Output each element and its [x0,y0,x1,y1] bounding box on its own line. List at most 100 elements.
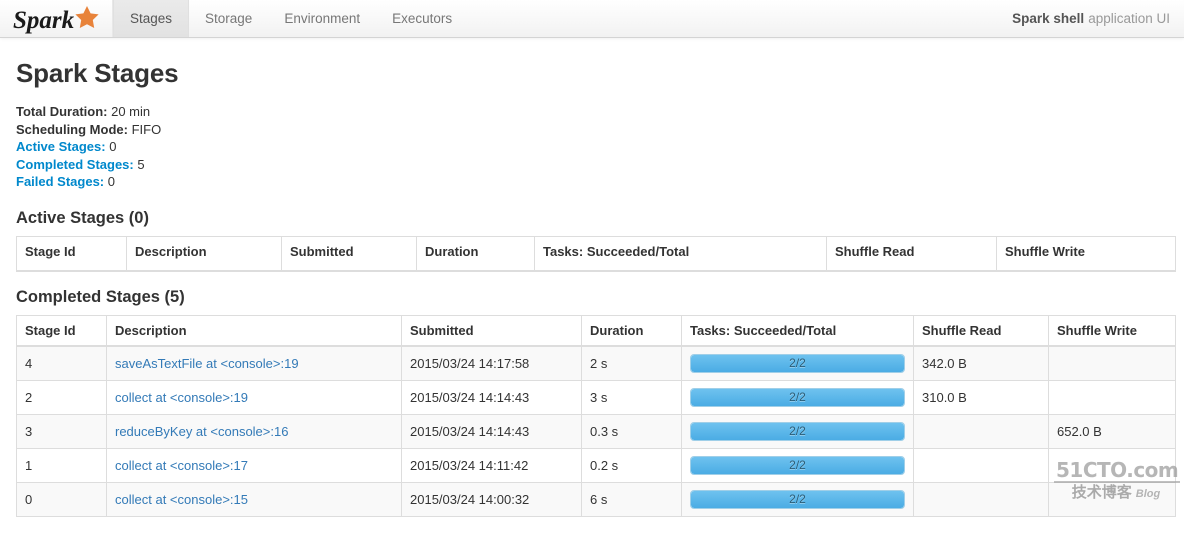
scheduling-mode-value: FIFO [132,122,162,137]
tab-executors[interactable]: Executors [376,0,468,37]
cell-stage-id: 2 [17,380,107,414]
failed-stages-label[interactable]: Failed Stages: [16,174,104,189]
summary-active-stages: Active Stages: 0 [16,138,1172,156]
cell-tasks-progress: 2/2 [682,482,914,516]
col-tasks[interactable]: Tasks: Succeeded/Total [535,236,827,271]
cell-description: collect at <console>:17 [107,448,402,482]
cell-duration: 3 s [582,380,682,414]
active-stages-section: Active Stages (0) Stage Id Description S… [12,209,1172,272]
task-progress-label: 2/2 [691,491,904,508]
summary-scheduling-mode: Scheduling Mode: FIFO [16,121,1172,139]
stages-summary-list: Total Duration: 20 min Scheduling Mode: … [16,103,1172,191]
tab-storage[interactable]: Storage [189,0,268,37]
cell-shuffle-read: 310.0 B [914,380,1049,414]
col-submitted[interactable]: Submitted [282,236,417,271]
page-content: Spark Stages Total Duration: 20 min Sche… [0,58,1184,535]
table-row: 3 reduceByKey at <console>:16 2015/03/24 1… [17,414,1176,448]
table-row: 4saveAsTextFile at <console>:192015/03/2… [17,346,1176,381]
completed-stages-table: Stage Id Description Submitted Duration … [16,315,1176,517]
cell-shuffle-read [914,482,1049,516]
tab-storage-link[interactable]: Storage [189,0,268,37]
completed-stages-section: Completed Stages (5) Stage Id Descriptio… [12,288,1172,517]
active-stages-thead: Stage Id Description Submitted Duration … [17,236,1176,271]
total-duration-value: 20 min [111,104,150,119]
spark-star-logo-icon: Spark [13,4,105,34]
task-progress-bar: 2/2 [690,490,905,509]
cell-submitted: 2015/03/24 14:17:58 [402,346,582,381]
completed-stages-label[interactable]: Completed Stages: [16,157,134,172]
summary-total-duration: Total Duration: 20 min [16,103,1172,121]
col-description[interactable]: Description [127,236,282,271]
task-progress-bar: 2/2 [690,422,905,441]
tab-stages[interactable]: Stages [113,0,189,37]
app-name: Spark shell [1012,11,1084,26]
col-shuffle-write[interactable]: Shuffle Write [997,236,1176,271]
col-duration[interactable]: Duration [417,236,535,271]
col-tasks[interactable]: Tasks: Succeeded/Total [682,315,914,346]
tab-stages-link[interactable]: Stages [113,0,189,37]
active-stages-title: Active Stages (0) [16,209,1172,228]
tab-environment-link[interactable]: Environment [268,0,376,37]
task-progress-bar: 2/2 [690,388,905,407]
cell-description: reduceByKey at <console>:16 [107,414,402,448]
tab-executors-link[interactable]: Executors [376,0,468,37]
col-shuffle-write[interactable]: Shuffle Write [1049,315,1176,346]
cell-submitted: 2015/03/24 14:14:43 [402,414,582,448]
cell-shuffle-write [1049,380,1176,414]
failed-stages-value: 0 [108,174,115,189]
cell-submitted: 2015/03/24 14:00:32 [402,482,582,516]
cell-submitted: 2015/03/24 14:11:42 [402,448,582,482]
completed-stages-header-row: Stage Id Description Submitted Duration … [17,315,1176,346]
col-stage-id[interactable]: Stage Id [17,236,127,271]
spark-logo[interactable]: Spark [0,0,113,37]
completed-stages-tbody: 4saveAsTextFile at <console>:192015/03/2… [17,346,1176,517]
summary-completed-stages: Completed Stages: 5 [16,156,1172,174]
cell-shuffle-write [1049,482,1176,516]
cell-duration: 0.2 s [582,448,682,482]
stage-description-link[interactable]: saveAsTextFile at <console>:19 [115,356,299,371]
col-submitted[interactable]: Submitted [402,315,582,346]
cell-duration: 0.3 s [582,414,682,448]
stage-description-link[interactable]: reduceByKey at <console>:16 [115,424,288,439]
svg-text:Spark: Spark [13,7,75,34]
stage-description-link[interactable]: collect at <console>:15 [115,492,248,507]
cell-stage-id: 0 [17,482,107,516]
active-stages-value: 0 [109,139,116,154]
table-row: 0 collect at <console>:15 2015/03/24 14:00… [17,482,1176,516]
cell-description: collect at <console>:15 [107,482,402,516]
tab-environment[interactable]: Environment [268,0,376,37]
active-stages-table: Stage Id Description Submitted Duration … [16,236,1176,272]
summary-failed-stages: Failed Stages: 0 [16,173,1172,191]
stage-description-link[interactable]: collect at <console>:19 [115,390,248,405]
completed-stages-value: 5 [137,157,144,172]
cell-tasks-progress: 2/2 [682,414,914,448]
cell-submitted: 2015/03/24 14:14:43 [402,380,582,414]
completed-stages-title: Completed Stages (5) [16,288,1172,307]
cell-shuffle-write [1049,346,1176,381]
cell-stage-id: 3 [17,414,107,448]
main-nav-tabs: Stages Storage Environment Executors [113,0,468,37]
page-title: Spark Stages [16,58,1172,89]
top-navbar: Spark Stages Storage Environment Executo… [0,0,1184,38]
active-stages-header-row: Stage Id Description Submitted Duration … [17,236,1176,271]
app-ui-label: Spark shell application UI [1012,0,1184,37]
task-progress-label: 2/2 [691,389,904,406]
col-shuffle-read[interactable]: Shuffle Read [914,315,1049,346]
col-shuffle-read[interactable]: Shuffle Read [827,236,997,271]
task-progress-label: 2/2 [691,355,904,372]
cell-description: collect at <console>:19 [107,380,402,414]
col-stage-id[interactable]: Stage Id [17,315,107,346]
cell-shuffle-read: 342.0 B [914,346,1049,381]
cell-tasks-progress: 2/2 [682,380,914,414]
scheduling-mode-label: Scheduling Mode: [16,122,128,137]
stage-description-link[interactable]: collect at <console>:17 [115,458,248,473]
active-stages-label[interactable]: Active Stages: [16,139,106,154]
cell-tasks-progress: 2/2 [682,448,914,482]
col-duration[interactable]: Duration [582,315,682,346]
completed-stages-thead: Stage Id Description Submitted Duration … [17,315,1176,346]
col-description[interactable]: Description [107,315,402,346]
cell-shuffle-read [914,414,1049,448]
total-duration-label: Total Duration: [16,104,107,119]
cell-shuffle-read [914,448,1049,482]
task-progress-label: 2/2 [691,423,904,440]
